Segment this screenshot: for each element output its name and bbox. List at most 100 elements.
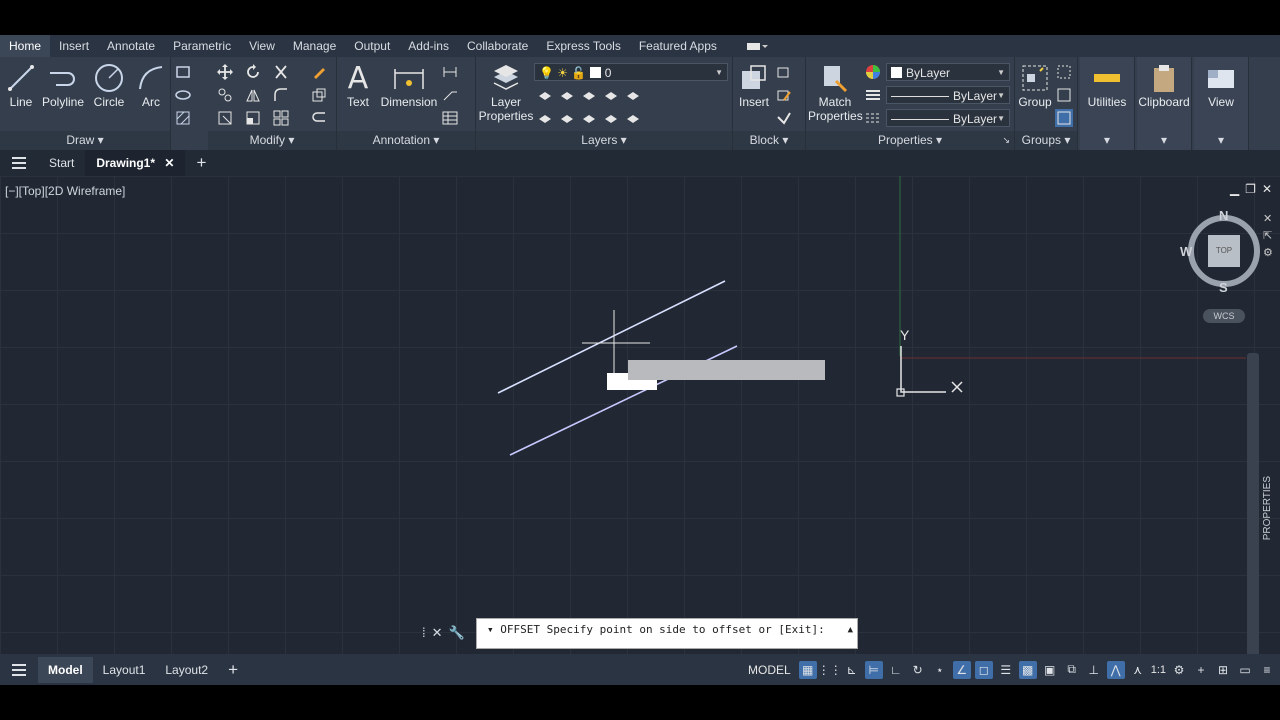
trim-icon[interactable] xyxy=(272,63,290,81)
text-button[interactable]: A Text xyxy=(341,61,375,110)
properties-tab[interactable]: PROPERTIES xyxy=(1262,476,1276,540)
mirror-icon[interactable] xyxy=(244,86,262,104)
layer-previous-icon[interactable] xyxy=(558,109,576,127)
annotation-scale[interactable]: 1:1 xyxy=(1151,664,1166,676)
stretch-icon[interactable] xyxy=(216,109,234,127)
utilities-panel[interactable]: Utilities ▾ xyxy=(1080,57,1135,150)
grid-icon[interactable]: ▦ xyxy=(798,660,817,679)
polar-tracking-icon[interactable]: ↻ xyxy=(909,661,927,679)
layer-state-icon[interactable] xyxy=(536,86,554,104)
explode-icon[interactable] xyxy=(310,86,328,104)
drawing-tab[interactable]: Drawing1* ✕ xyxy=(85,150,186,176)
utilities-expand[interactable]: ▾ xyxy=(1080,131,1134,150)
compass-west[interactable]: W xyxy=(1180,244,1192,259)
tab-output[interactable]: Output xyxy=(345,35,399,57)
new-drawing-button[interactable]: + xyxy=(185,150,217,176)
layer-properties-button[interactable]: Layer Properties xyxy=(478,61,534,123)
viewcube-top-face[interactable]: TOP xyxy=(1208,235,1240,267)
clipboard-panel[interactable]: Clipboard ▾ xyxy=(1137,57,1192,150)
start-tab[interactable]: Start xyxy=(38,150,85,176)
file-tabs-menu-icon[interactable] xyxy=(0,157,38,169)
layer-off-icon[interactable] xyxy=(602,86,620,104)
tab-manage[interactable]: Manage xyxy=(284,35,345,57)
plus-icon[interactable]: + xyxy=(1192,661,1210,679)
table-icon[interactable] xyxy=(441,109,459,127)
palette-gear-icon[interactable]: ⚙ xyxy=(1263,246,1273,259)
layers-panel-title[interactable]: Layers ▾ xyxy=(476,131,732,150)
group-selection-icon[interactable] xyxy=(1055,109,1073,127)
ortho-icon[interactable]: ∟ xyxy=(887,661,905,679)
properties-panel-title[interactable]: Properties ▾ ↘ xyxy=(806,131,1014,150)
layout1-tab[interactable]: Layout1 xyxy=(93,657,156,683)
dynamic-ucs-icon[interactable]: ⊥ xyxy=(1085,661,1103,679)
group-edit-icon[interactable] xyxy=(1055,86,1073,104)
clipboard-expand[interactable]: ▾ xyxy=(1137,131,1191,150)
command-grip-icon[interactable]: ⁞ xyxy=(422,625,426,641)
dimension-button[interactable]: Dimension xyxy=(379,61,439,109)
linetype-dropdown[interactable]: ByLayer ▼ xyxy=(886,109,1010,127)
draw-panel-title[interactable]: Draw ▾ xyxy=(0,131,170,150)
tab-annotate[interactable]: Annotate xyxy=(98,35,164,57)
ribbon-display-options-button[interactable] xyxy=(726,41,768,51)
hatch-icon[interactable] xyxy=(174,109,192,127)
model-space-button[interactable]: MODEL xyxy=(748,663,791,677)
3d-osnap-icon[interactable]: ⧉ xyxy=(1063,661,1081,679)
close-palette-icon[interactable]: ✕ xyxy=(1263,212,1273,225)
layout2-tab[interactable]: Layout2 xyxy=(155,657,218,683)
tab-collaborate[interactable]: Collaborate xyxy=(458,35,537,57)
view-panel[interactable]: View ▾ xyxy=(1194,57,1249,150)
annotation-panel-title[interactable]: Annotation ▾ xyxy=(337,131,475,150)
rotate-icon[interactable] xyxy=(244,63,262,81)
customize-menu-icon[interactable]: ≡ xyxy=(1258,661,1276,679)
clipboard-button[interactable]: Clipboard xyxy=(1137,61,1191,109)
layer-thaw-icon[interactable] xyxy=(602,109,620,127)
view-button[interactable]: View xyxy=(1194,61,1248,109)
quick-properties-icon[interactable]: ▭ xyxy=(1236,661,1254,679)
customize-wrench-icon[interactable]: 🔧 xyxy=(449,625,465,641)
edit-block-icon[interactable] xyxy=(775,86,793,104)
transparency-icon[interactable]: ▩ xyxy=(1018,660,1037,679)
viewcube[interactable]: TOP xyxy=(1186,213,1262,289)
linear-dimension-icon[interactable] xyxy=(441,63,459,81)
settings-gear-icon[interactable]: ⚙ xyxy=(1170,661,1188,679)
block-attributes-icon[interactable] xyxy=(775,109,793,127)
arc-button[interactable]: Arc xyxy=(134,61,168,109)
erase-icon[interactable] xyxy=(310,63,328,81)
annotation-visibility-icon[interactable]: ⋀ xyxy=(1106,660,1125,679)
layer-unlock-icon[interactable] xyxy=(624,109,642,127)
move-icon[interactable] xyxy=(216,63,234,81)
layer-isolate-icon[interactable] xyxy=(558,86,576,104)
object-snap-icon[interactable]: ◻ xyxy=(974,660,993,679)
tab-express-tools[interactable]: Express Tools xyxy=(537,35,629,57)
group-button[interactable]: Group xyxy=(1017,61,1053,109)
polyline-button[interactable]: Polyline xyxy=(40,61,86,109)
match-properties-button[interactable]: Match Properties xyxy=(808,61,863,123)
close-icon[interactable]: ✕ xyxy=(164,156,174,170)
tab-add-ins[interactable]: Add-ins xyxy=(399,35,458,57)
layer-dropdown[interactable]: 💡 ☀ 🔓 0 ▼ xyxy=(534,63,728,81)
drawing-viewport[interactable]: [−][Top][2D Wireframe] ▁ ❐ ✕ Y TOP N S W… xyxy=(0,176,1280,654)
layer-walk-icon[interactable] xyxy=(580,109,598,127)
circle-button[interactable]: Circle xyxy=(90,61,128,109)
object-snap-tracking-icon[interactable]: ∠ xyxy=(952,660,971,679)
ellipse-icon[interactable] xyxy=(174,86,192,104)
view-expand[interactable]: ▾ xyxy=(1194,131,1248,150)
rectangle-icon[interactable] xyxy=(174,63,192,81)
palette-settings-icon[interactable]: ⇱ xyxy=(1263,229,1273,242)
close-command-icon[interactable]: ✕ xyxy=(432,625,443,641)
groups-panel-title[interactable]: Groups ▾ xyxy=(1015,131,1077,150)
lineweight-dropdown[interactable]: ByLayer ▼ xyxy=(886,86,1010,104)
model-tab[interactable]: Model xyxy=(38,656,93,683)
snap-icon[interactable]: ⋮⋮ xyxy=(818,661,842,679)
fillet-icon[interactable] xyxy=(272,86,290,104)
copy-icon[interactable] xyxy=(216,86,234,104)
isodraft-icon[interactable]: ⋆ xyxy=(931,661,949,679)
layer-lock-icon[interactable] xyxy=(624,86,642,104)
color-dropdown[interactable]: ByLayer ▼ xyxy=(886,63,1010,81)
insert-block-button[interactable]: Insert xyxy=(735,61,773,109)
wcs-menu[interactable]: WCS xyxy=(1203,309,1245,323)
infer-constraints-icon[interactable]: ⊾ xyxy=(843,661,861,679)
scale-icon[interactable] xyxy=(244,109,262,127)
compass-south[interactable]: S xyxy=(1219,280,1228,295)
auto-scale-icon[interactable]: ⋏ xyxy=(1129,661,1147,679)
